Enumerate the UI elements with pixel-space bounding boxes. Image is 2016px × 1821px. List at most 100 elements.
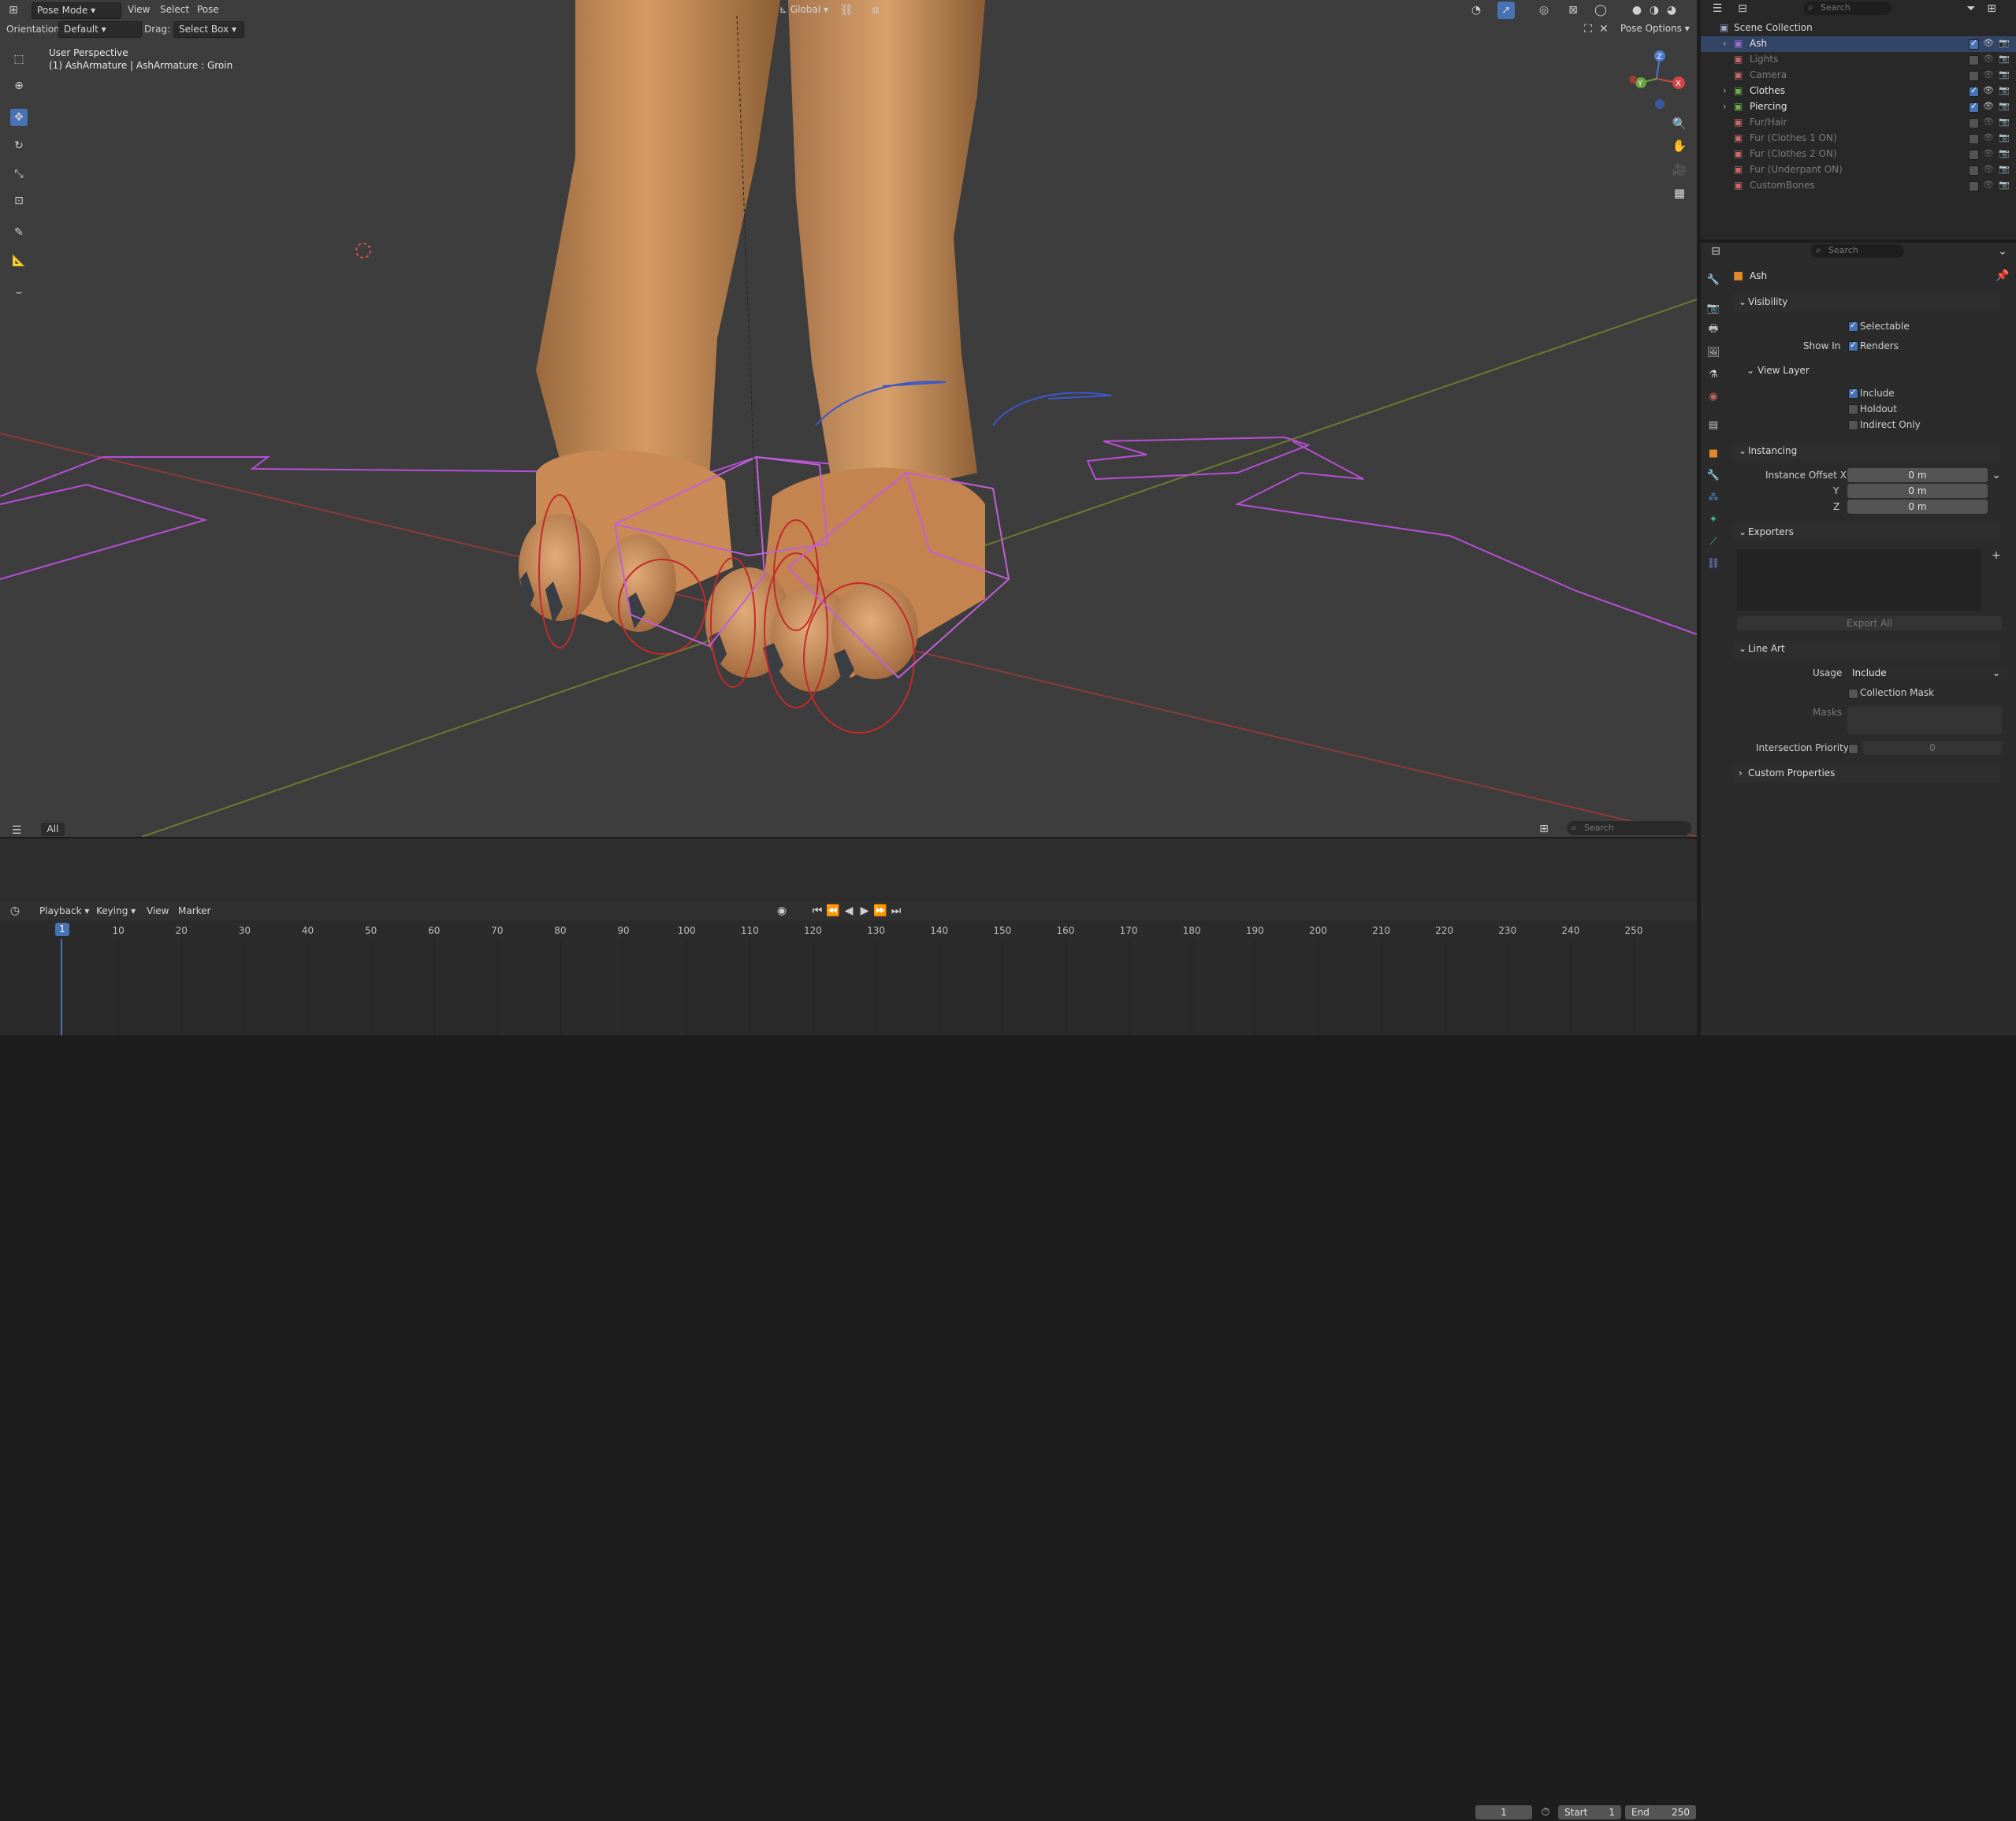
chevron-down-icon[interactable]: ⌄ <box>1988 466 2005 484</box>
play-reverse-icon[interactable]: ◀ <box>840 902 857 920</box>
menu-view[interactable]: View <box>123 2 154 17</box>
xray-icon[interactable]: ⊠ <box>1564 2 1582 19</box>
outliner-row[interactable]: ▣ Lights 👁 📷 <box>1701 52 2016 68</box>
add-exporter-icon[interactable]: + <box>1988 547 2005 564</box>
visibility-icon[interactable]: ◔ <box>1467 2 1485 19</box>
camera-view-icon[interactable]: 🎥 <box>1669 159 1690 180</box>
exclude-checkbox[interactable] <box>1969 101 1979 113</box>
end-frame-field[interactable]: End 250 <box>1625 1805 1696 1819</box>
scale-tool-icon[interactable]: ⤡ <box>10 165 28 183</box>
eye-icon[interactable]: 👁 <box>1983 69 1994 80</box>
playhead-line[interactable] <box>61 939 62 1035</box>
view-layer-subsection[interactable]: ⌄ View Layer <box>1740 362 2000 380</box>
timeline-editor-icon[interactable]: ◷ <box>6 902 24 920</box>
instance-offset-y-field[interactable]: 0 m <box>1847 484 1988 498</box>
exclude-checkbox[interactable] <box>1969 181 1979 191</box>
transform-orientation-dropdown[interactable]: ⊾ Global ▾ <box>775 2 847 17</box>
camera-render-icon[interactable]: 📷 <box>1999 38 2010 48</box>
orientation-dropdown[interactable]: Default ▾ <box>58 21 142 38</box>
perspective-grid-icon[interactable]: ▦ <box>1669 183 1690 203</box>
expand-arrow-icon[interactable]: › <box>1723 38 1727 49</box>
instance-offset-z-field[interactable]: 0 m <box>1847 500 1988 514</box>
clock-icon[interactable]: ⏱ <box>1537 1804 1554 1821</box>
rendered-shading-icon[interactable]: ◕ <box>1663 2 1680 19</box>
chevron-down-icon[interactable]: ⌄ <box>1994 243 2011 260</box>
properties-search-input[interactable]: ⌕ Search <box>1811 244 1904 258</box>
armature-data-tab-icon[interactable]: ✦ <box>1705 511 1722 528</box>
eye-icon[interactable]: 👁 <box>1983 148 1994 158</box>
current-frame-field[interactable]: 1 <box>1475 1805 1532 1819</box>
indirect-only-checkbox[interactable] <box>1848 420 1858 430</box>
collection-mask-checkbox[interactable] <box>1848 689 1858 699</box>
cursor-tool-icon[interactable]: ⊕ <box>10 77 28 95</box>
prev-keyframe-icon[interactable]: ⏪ <box>824 902 842 920</box>
tool-tab-icon[interactable]: 🔧 <box>1705 271 1722 288</box>
outliner-editor-icon[interactable]: ☰ <box>1709 0 1726 17</box>
material-shading-icon[interactable]: ◑ <box>1646 2 1663 19</box>
exclude-checkbox[interactable] <box>1969 150 1979 160</box>
world-tab-icon[interactable]: ◉ <box>1705 388 1722 405</box>
camera-render-icon[interactable]: 📷 <box>1999 164 2010 174</box>
exclude-checkbox[interactable] <box>1969 71 1979 81</box>
pose-options-button[interactable]: Pose Options ▾ <box>1616 21 1694 36</box>
outliner-row[interactable]: ›▣Piercing👁📷 <box>1701 99 2016 115</box>
transform-tool-icon[interactable]: ⊡ <box>10 192 28 210</box>
properties-editor-icon[interactable]: ⊟ <box>1707 243 1724 260</box>
exclude-checkbox[interactable] <box>1969 85 1979 97</box>
pivot-icon[interactable]: ⛓ <box>838 2 855 19</box>
exporters-section-header[interactable]: ⌄ Exporters <box>1734 524 2000 541</box>
eye-icon[interactable]: 👁 <box>1983 180 1994 190</box>
eye-icon[interactable]: 👁 <box>1983 101 1994 111</box>
modifier-tab-icon[interactable]: 🔧 <box>1705 466 1722 484</box>
view-layer-tab-icon[interactable]: 🖼 <box>1705 344 1722 361</box>
camera-render-icon[interactable]: 📷 <box>1999 132 2010 143</box>
axis-gizmo[interactable]: Z X Y <box>1624 43 1687 114</box>
eye-icon[interactable]: 👁 <box>1983 38 1994 48</box>
jump-end-icon[interactable]: ⏭ <box>887 902 905 920</box>
camera-render-icon[interactable]: 📷 <box>1999 180 2010 190</box>
playhead-frame[interactable]: 1 <box>55 923 69 936</box>
pan-hand-icon[interactable]: ✋ <box>1669 136 1690 156</box>
camera-render-icon[interactable]: 📷 <box>1999 148 2010 158</box>
exclude-checkbox[interactable] <box>1969 165 1979 176</box>
export-all-button[interactable]: Export All <box>1737 616 2002 630</box>
editor-type-icon[interactable]: ⊞ <box>5 2 22 19</box>
display-mode-icon[interactable]: ⊞ <box>1535 820 1553 837</box>
outliner-row[interactable]: ▣ Fur/Hair 👁 📷 <box>1701 115 2016 131</box>
intersection-priority-checkbox[interactable] <box>1848 744 1858 754</box>
rotate-tool-icon[interactable]: ↻ <box>10 137 28 154</box>
move-tool-icon[interactable]: ✥ <box>10 109 28 126</box>
outliner-row[interactable]: ›▣Ash👁📷 <box>1701 36 2016 52</box>
menu-select[interactable]: Select <box>155 2 194 17</box>
include-checkbox[interactable] <box>1848 387 1858 399</box>
wireframe-shading-icon[interactable]: ◯ <box>1592 2 1609 19</box>
eye-icon[interactable]: 👁 <box>1983 85 1994 95</box>
instance-offset-x-field[interactable]: 0 m <box>1847 468 1988 482</box>
options-icon[interactable]: ⛶ <box>1579 20 1597 38</box>
select-box-tool-icon[interactable]: ⬚ <box>10 50 28 68</box>
line-art-section-header[interactable]: ⌄ Line Art <box>1734 641 2000 658</box>
timeline-view-menu[interactable]: View <box>142 904 173 919</box>
play-icon[interactable]: ▶ <box>856 902 873 920</box>
exporters-list[interactable] <box>1737 549 1981 611</box>
camera-render-icon[interactable]: 📷 <box>1999 117 2010 127</box>
zoom-icon[interactable]: 🔍 <box>1669 113 1690 134</box>
gizmo-toggle-icon[interactable]: ➚ <box>1497 2 1515 19</box>
exclude-checkbox[interactable] <box>1969 134 1979 144</box>
expand-arrow-icon[interactable]: › <box>1723 101 1727 112</box>
solid-shading-icon[interactable]: ● <box>1628 2 1646 19</box>
scene-collection-row[interactable]: ▣ Scene Collection <box>1701 20 2016 36</box>
object-tab-icon[interactable]: ■ <box>1705 444 1722 462</box>
eye-icon[interactable]: 👁 <box>1983 54 1994 64</box>
render-tab-icon[interactable]: 📷 <box>1705 299 1722 317</box>
camera-render-icon[interactable]: 📷 <box>1999 54 2010 64</box>
scene-tab-icon[interactable]: ⚗ <box>1705 366 1722 383</box>
intersection-priority-field[interactable]: 0 <box>1863 741 2002 755</box>
camera-render-icon[interactable]: 📷 <box>1999 69 2010 80</box>
outliner-row[interactable]: ›▣Clothes👁📷 <box>1701 84 2016 99</box>
hamburger-menu-icon[interactable]: ☰ <box>8 822 25 837</box>
camera-render-icon[interactable]: 📷 <box>1999 85 2010 95</box>
start-frame-field[interactable]: Start 1 <box>1558 1805 1621 1819</box>
display-filter-icon[interactable]: ⊟ <box>1734 0 1751 17</box>
outliner-row[interactable]: ▣ Fur (Clothes 1 ON) 👁 📷 <box>1701 131 2016 147</box>
